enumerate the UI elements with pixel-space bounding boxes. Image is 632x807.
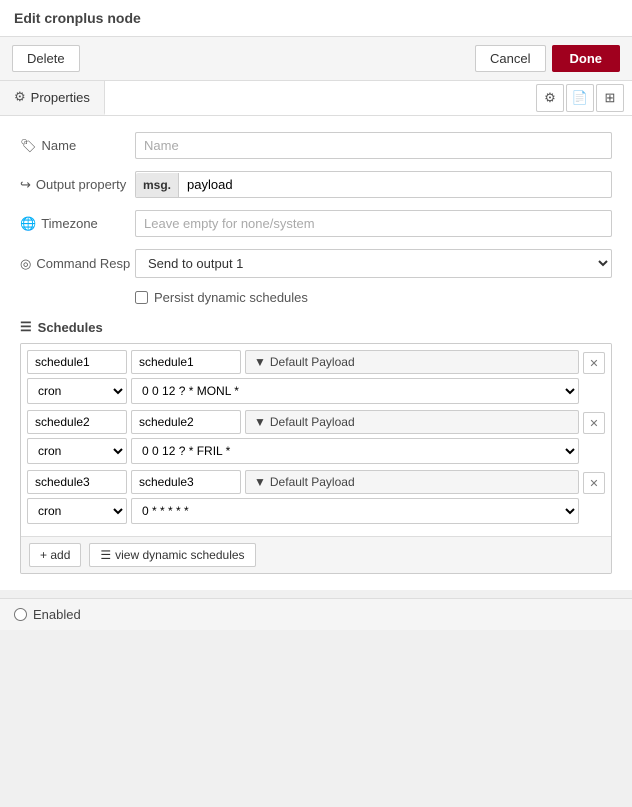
schedules-section-label: Schedules — [38, 320, 103, 335]
command-resp-row: ◎ Command Resp Send to output 1 Send to … — [20, 249, 612, 278]
output-icon: ↪ — [20, 177, 31, 193]
schedule-type-select-2[interactable]: cron interval date once — [27, 438, 127, 464]
tab-settings-icon-button[interactable]: ⚙ — [536, 84, 564, 112]
persist-row: Persist dynamic schedules — [20, 290, 612, 305]
output-property-row: ↪ Output property msg. — [20, 171, 612, 198]
schedule-name-input-1[interactable] — [27, 350, 127, 374]
timezone-label: 🌐 Timezone — [20, 216, 135, 232]
schedule-name-input-3[interactable] — [27, 470, 127, 494]
schedules-table-icon: ☰ — [20, 319, 32, 335]
schedule-cron-select-1[interactable]: 0 0 12 ? * MONL * — [131, 378, 579, 404]
table-icon-footer: ☰ — [100, 548, 111, 562]
tab-properties-label: Properties — [31, 90, 90, 105]
tab-doc-icon-button[interactable]: 📄 — [566, 84, 594, 112]
schedule-bottom-row-1: cron interval date once 0 0 12 ? * MONL … — [27, 378, 579, 404]
enabled-radio[interactable] — [14, 608, 27, 621]
table-row: ▼ Default Payload cron interval date onc… — [27, 470, 605, 524]
output-prop-badge: msg. — [136, 173, 179, 197]
name-input[interactable] — [135, 132, 612, 159]
tab-properties[interactable]: ⚙ Properties — [0, 81, 105, 115]
command-resp-label: ◎ Command Resp — [20, 256, 135, 272]
payload-label-3: Default Payload — [270, 475, 355, 489]
tab-icon-buttons: ⚙ 📄 ⊞ — [536, 84, 632, 112]
schedule-payload-btn-2[interactable]: ▼ Default Payload — [245, 410, 579, 434]
payload-label-1: Default Payload — [270, 355, 355, 369]
schedule-payload-btn-3[interactable]: ▼ Default Payload — [245, 470, 579, 494]
output-prop-input[interactable] — [179, 172, 611, 197]
payload-label-2: Default Payload — [270, 415, 355, 429]
top-buttons-bar: Delete Cancel Done — [0, 37, 632, 81]
name-label: 🏷 Name — [20, 138, 135, 154]
table-row: ▼ Default Payload cron interval date onc… — [27, 410, 605, 464]
timezone-row: 🌐 Timezone — [20, 210, 612, 237]
schedule-fields-2: ▼ Default Payload cron interval date onc… — [27, 410, 579, 464]
tab-info-icon-button[interactable]: ⊞ — [596, 84, 624, 112]
schedule-top-row-1: ▼ Default Payload — [27, 350, 579, 374]
schedules-header: ☰ Schedules — [20, 319, 612, 335]
main-content: 🏷 Name ↪ Output property msg. 🌐 Timezone… — [0, 116, 632, 590]
settings-icon: ⚙ — [544, 90, 556, 106]
schedule-value-input-1[interactable] — [131, 350, 241, 374]
right-buttons: Cancel Done — [475, 45, 620, 72]
properties-gear-icon: ⚙ — [14, 89, 26, 105]
view-dynamic-schedules-button[interactable]: ☰ view dynamic schedules — [89, 543, 255, 567]
enabled-label: Enabled — [33, 607, 81, 622]
schedule-bottom-row-2: cron interval date once 0 0 12 ? * FRIL … — [27, 438, 579, 464]
schedule-name-input-2[interactable] — [27, 410, 127, 434]
arrow-down-icon-3: ▼ — [254, 475, 266, 489]
schedule-cron-select-2[interactable]: 0 0 12 ? * FRIL * — [131, 438, 579, 464]
view-dynamic-label: view dynamic schedules — [115, 548, 244, 562]
schedules-container: ▼ Default Payload cron interval date onc… — [20, 343, 612, 574]
schedule-value-input-3[interactable] — [131, 470, 241, 494]
schedule-type-select-3[interactable]: cron interval date once — [27, 498, 127, 524]
arrow-down-icon-2: ▼ — [254, 415, 266, 429]
title-bar: Edit cronplus node — [0, 0, 632, 37]
command-resp-select[interactable]: Send to output 1 Send to output 2 Ignore — [135, 249, 612, 278]
schedule-cron-select-3[interactable]: 0 * * * * * — [131, 498, 579, 524]
name-row: 🏷 Name — [20, 132, 612, 159]
schedules-footer: + add ☰ view dynamic schedules — [21, 536, 611, 573]
persist-checkbox[interactable] — [135, 291, 148, 304]
schedule-value-input-2[interactable] — [131, 410, 241, 434]
add-schedule-button[interactable]: + add — [29, 543, 81, 567]
remove-icon-1: ✕ — [589, 357, 598, 370]
timezone-input[interactable] — [135, 210, 612, 237]
schedule-top-row-2: ▼ Default Payload — [27, 410, 579, 434]
schedule-fields-3: ▼ Default Payload cron interval date onc… — [27, 470, 579, 524]
schedule-fields-1: ▼ Default Payload cron interval date onc… — [27, 350, 579, 404]
done-button[interactable]: Done — [552, 45, 621, 72]
arrow-down-icon: ▼ — [254, 355, 266, 369]
output-property-label: ↪ Output property — [20, 177, 135, 193]
cancel-button[interactable]: Cancel — [475, 45, 545, 72]
page-title: Edit cronplus node — [14, 10, 141, 26]
schedule-top-row-3: ▼ Default Payload — [27, 470, 579, 494]
schedules-list: ▼ Default Payload cron interval date onc… — [21, 344, 611, 536]
schedule-type-select-1[interactable]: cron interval date once — [27, 378, 127, 404]
globe-icon: 🌐 — [20, 216, 36, 232]
table-row: ▼ Default Payload cron interval date onc… — [27, 350, 605, 404]
schedule-remove-btn-1[interactable]: ✕ — [583, 352, 605, 374]
delete-button[interactable]: Delete — [12, 45, 80, 72]
persist-label: Persist dynamic schedules — [154, 290, 308, 305]
schedule-bottom-row-3: cron interval date once 0 * * * * * — [27, 498, 579, 524]
tag-icon: 🏷 — [20, 138, 37, 154]
enabled-bar: Enabled — [0, 598, 632, 630]
tabs-row: ⚙ Properties ⚙ 📄 ⊞ — [0, 81, 632, 116]
document-icon: 📄 — [572, 90, 588, 106]
target-icon: ◎ — [20, 256, 31, 272]
remove-icon-3: ✕ — [589, 477, 598, 490]
schedule-remove-btn-3[interactable]: ✕ — [583, 472, 605, 494]
info-icon: ⊞ — [605, 90, 616, 106]
remove-icon-2: ✕ — [589, 417, 598, 430]
output-property-container: msg. — [135, 171, 612, 198]
schedule-remove-btn-2[interactable]: ✕ — [583, 412, 605, 434]
schedule-payload-btn-1[interactable]: ▼ Default Payload — [245, 350, 579, 374]
